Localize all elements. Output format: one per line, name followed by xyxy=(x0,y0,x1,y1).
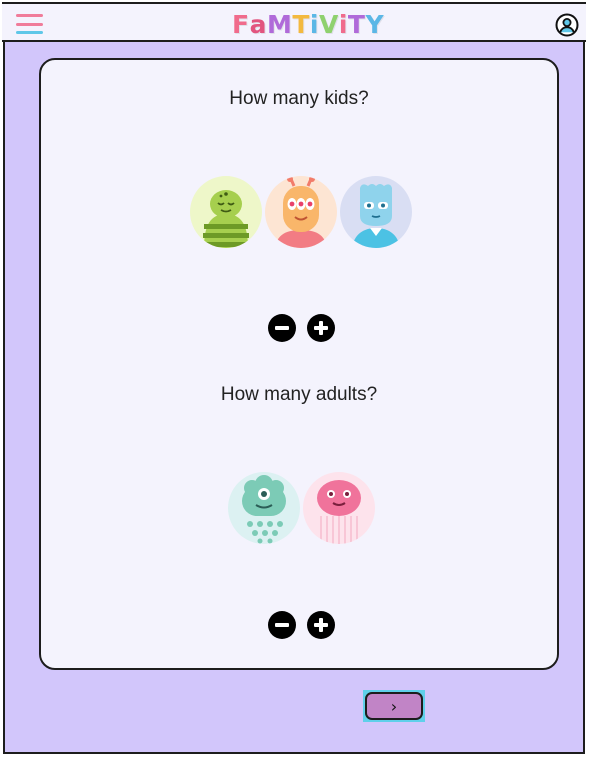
logo-letter: i xyxy=(338,10,348,39)
logo-letter: T xyxy=(347,10,366,39)
chevron-right-icon: › xyxy=(365,692,423,720)
logo-letter: F xyxy=(232,10,250,39)
kid-avatar-orange-monster[interactable] xyxy=(265,176,337,248)
logo-letter: V xyxy=(318,10,339,39)
adult-avatar-teal-monster[interactable] xyxy=(228,472,300,544)
kids-increment-button[interactable] xyxy=(307,314,335,342)
app-logo: FaMTiViTY xyxy=(232,9,384,39)
logo-letter: i xyxy=(309,10,319,39)
adults-increment-button[interactable] xyxy=(307,611,335,639)
kid-avatar-green-monster[interactable] xyxy=(190,176,262,248)
logo-letter: a xyxy=(249,10,267,39)
kids-decrement-button[interactable] xyxy=(268,314,296,342)
logo-letter: M xyxy=(266,10,293,39)
user-account-icon[interactable] xyxy=(555,13,579,37)
adults-decrement-button[interactable] xyxy=(268,611,296,639)
adult-avatar-pink-monster[interactable] xyxy=(303,472,375,544)
party-size-card: How many kids? How many adults? xyxy=(39,58,559,670)
next-button[interactable]: › xyxy=(363,690,425,722)
kids-question: How many kids? xyxy=(229,88,369,109)
adults-question: How many adults? xyxy=(220,384,378,405)
hamburger-menu-icon[interactable] xyxy=(16,14,43,34)
kid-avatar-blue-monster[interactable] xyxy=(340,176,412,248)
logo-letter: T xyxy=(292,10,310,39)
top-bar: FaMTiViTY xyxy=(2,2,586,42)
logo-letter: Y xyxy=(365,10,385,39)
